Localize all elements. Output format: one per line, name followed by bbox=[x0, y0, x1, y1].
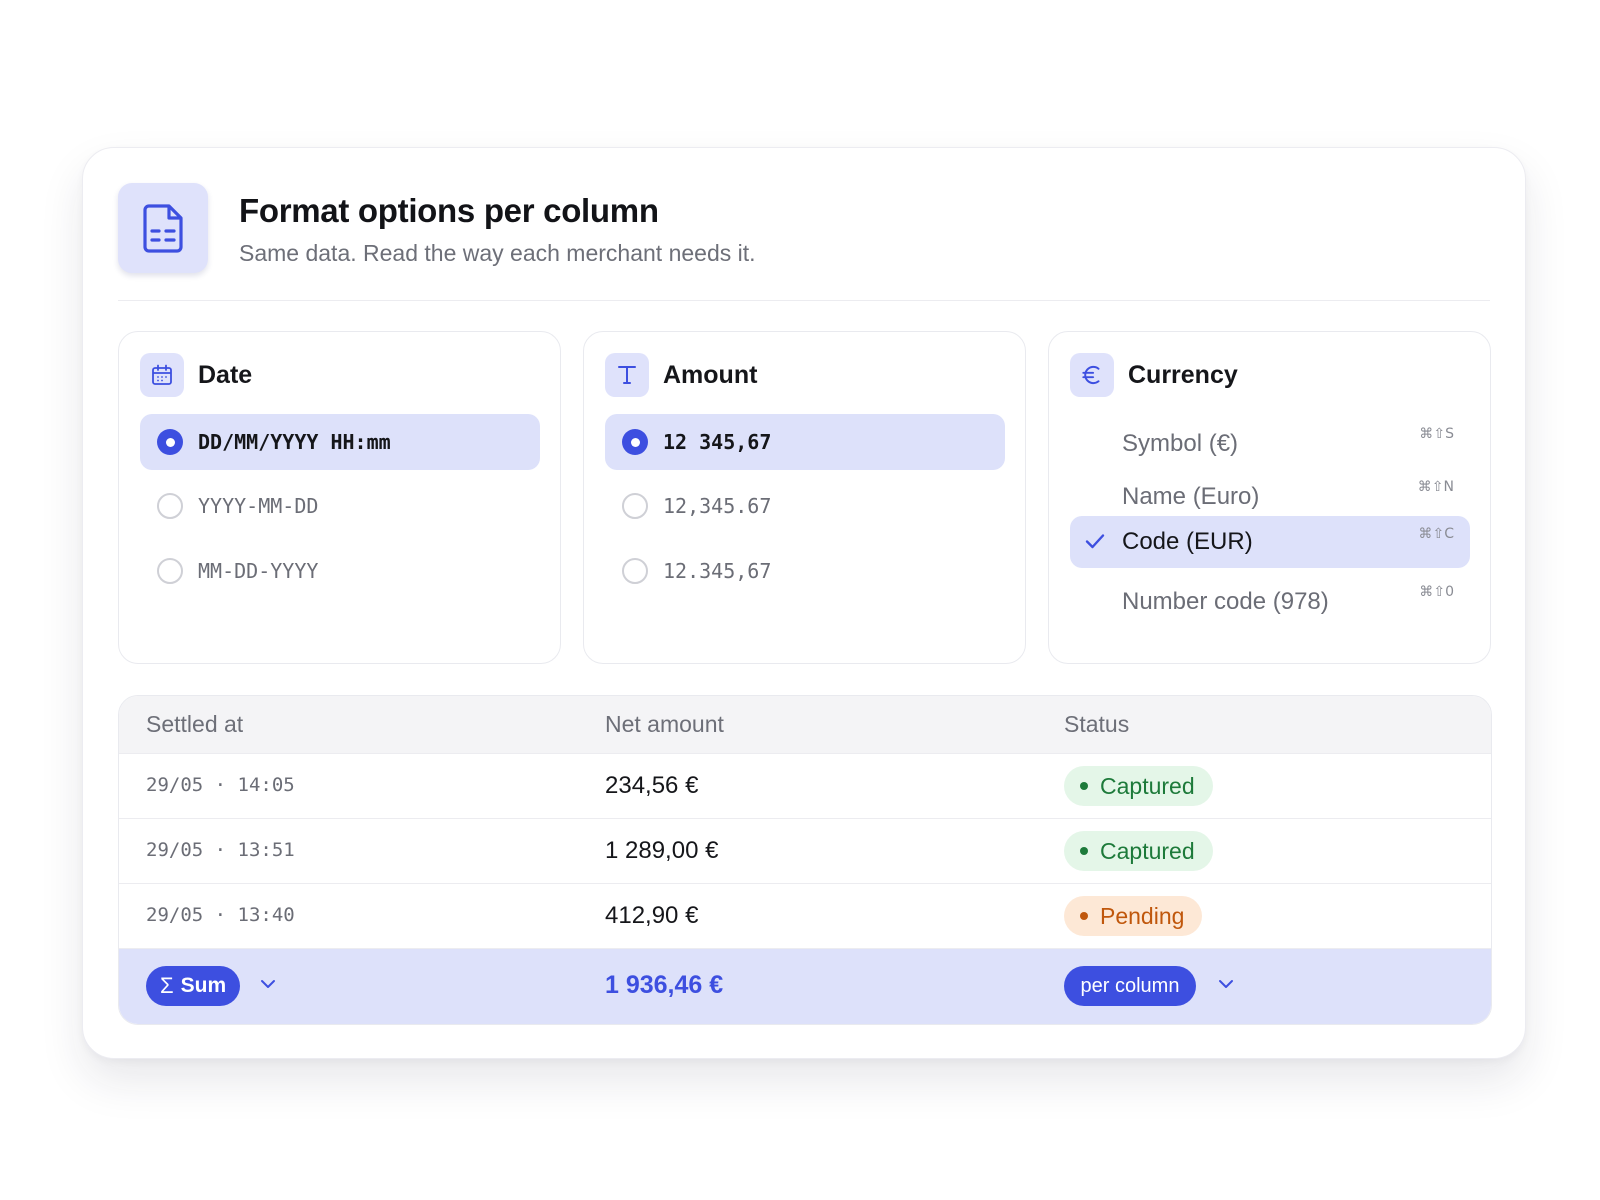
keyboard-shortcut: ⌘⇧C bbox=[1418, 526, 1454, 542]
amount-panel-title: Amount bbox=[663, 360, 758, 389]
radio-unselected[interactable] bbox=[622, 558, 648, 584]
settled-at-cell: 29/05 · 14:05 bbox=[146, 774, 295, 796]
table-row[interactable]: 29/05 · 13:51 1 289,00 € Captured bbox=[119, 818, 1491, 883]
currency-option-symbol[interactable]: Symbol (€) ⌘⇧S bbox=[1070, 416, 1470, 468]
radio-selected[interactable] bbox=[622, 429, 648, 455]
status-dot bbox=[1080, 847, 1088, 855]
settled-at-cell: 29/05 · 13:51 bbox=[146, 839, 295, 861]
option-label: Name (Euro) bbox=[1122, 483, 1260, 510]
option-label: Number code (978) bbox=[1122, 588, 1329, 615]
radio-unselected[interactable] bbox=[157, 558, 183, 584]
date-panel-title: Date bbox=[198, 360, 253, 389]
option-label: MM-DD-YYYY bbox=[198, 559, 319, 583]
date-panel-header: Date bbox=[140, 353, 252, 397]
checkmark-icon bbox=[1084, 530, 1106, 557]
amount-format-panel: Amount 12 345,67 12,345.67 12.345,67 bbox=[583, 331, 1026, 664]
status-badge: Pending bbox=[1064, 896, 1203, 936]
table-row[interactable]: 29/05 · 14:05 234,56 € Captured bbox=[119, 753, 1491, 818]
table-row[interactable]: 29/05 · 13:40 412,90 € Pending bbox=[119, 883, 1491, 948]
text-type-icon bbox=[605, 353, 649, 397]
net-amount-cell: 234,56 € bbox=[605, 772, 699, 799]
column-header-settled-at[interactable]: Settled at bbox=[146, 711, 243, 738]
currency-panel-header: Currency bbox=[1070, 353, 1238, 397]
currency-option-number-code[interactable]: Number code (978) ⌘⇧0 bbox=[1070, 574, 1470, 626]
net-amount-total: 1 936,46 € bbox=[605, 971, 724, 999]
aggregate-sum-button[interactable]: Σ Sum bbox=[146, 966, 240, 1006]
date-option-us[interactable]: MM-DD-YYYY bbox=[140, 543, 540, 599]
option-label: 12,345.67 bbox=[663, 494, 772, 518]
status-label: Captured bbox=[1100, 772, 1195, 799]
date-format-panel: Date DD/MM/YYYY HH:mm YYYY-MM-DD MM-DD-Y… bbox=[118, 331, 561, 664]
header-divider bbox=[118, 300, 1490, 301]
status-dot bbox=[1080, 912, 1088, 920]
radio-unselected[interactable] bbox=[622, 493, 648, 519]
status-badge: Captured bbox=[1064, 831, 1213, 871]
settled-at-cell: 29/05 · 13:40 bbox=[146, 904, 295, 926]
page-title: Format options per column bbox=[239, 192, 659, 229]
option-label: DD/MM/YYYY HH:mm bbox=[198, 430, 391, 454]
radio-selected[interactable] bbox=[157, 429, 183, 455]
option-label: Symbol (€) bbox=[1122, 430, 1239, 457]
radio-unselected[interactable] bbox=[157, 493, 183, 519]
amount-option-comma-dot[interactable]: 12,345.67 bbox=[605, 478, 1005, 534]
status-label: Captured bbox=[1100, 837, 1195, 864]
net-amount-cell: 1 289,00 € bbox=[605, 837, 719, 864]
table-header: Settled at Net amount Status bbox=[119, 696, 1491, 753]
currency-panel-title: Currency bbox=[1128, 360, 1238, 389]
aggregate-label: Sum bbox=[180, 974, 227, 997]
option-label: 12.345,67 bbox=[663, 559, 772, 583]
amount-option-dot-comma[interactable]: 12.345,67 bbox=[605, 543, 1005, 599]
keyboard-shortcut: ⌘⇧0 bbox=[1419, 584, 1454, 600]
option-label: 12 345,67 bbox=[663, 430, 772, 454]
format-options-card: Format options per column Same data. Rea… bbox=[82, 147, 1526, 1059]
sigma-icon: Σ bbox=[160, 973, 174, 998]
keyboard-shortcut: ⌘⇧S bbox=[1419, 426, 1454, 442]
page-subtitle: Same data. Read the way each merchant ne… bbox=[239, 240, 756, 266]
per-column-button[interactable]: per column bbox=[1064, 966, 1196, 1006]
settlements-table: Settled at Net amount Status 29/05 · 14:… bbox=[118, 695, 1492, 1025]
status-label: Pending bbox=[1100, 902, 1185, 929]
column-header-status[interactable]: Status bbox=[1064, 711, 1129, 738]
net-amount-cell: 412,90 € bbox=[605, 902, 699, 929]
table-footer-summary: Σ Sum 1 936,46 € per column bbox=[119, 948, 1491, 1024]
status-badge: Captured bbox=[1064, 766, 1213, 806]
keyboard-shortcut: ⌘⇧N bbox=[1417, 479, 1454, 495]
currency-option-code[interactable]: Code (EUR) ⌘⇧C bbox=[1070, 516, 1470, 568]
column-header-net-amount[interactable]: Net amount bbox=[605, 711, 724, 738]
amount-panel-header: Amount bbox=[605, 353, 757, 397]
date-option-iso[interactable]: YYYY-MM-DD bbox=[140, 478, 540, 534]
euro-icon bbox=[1070, 353, 1114, 397]
option-label: YYYY-MM-DD bbox=[198, 494, 319, 518]
chevron-down-icon[interactable] bbox=[258, 974, 278, 999]
chevron-down-icon[interactable] bbox=[1216, 974, 1236, 999]
date-option-ddmmyyyy[interactable]: DD/MM/YYYY HH:mm bbox=[140, 414, 540, 470]
calendar-icon bbox=[140, 353, 184, 397]
amount-option-space-comma[interactable]: 12 345,67 bbox=[605, 414, 1005, 470]
currency-format-panel: Currency Symbol (€) ⌘⇧S Name (Euro) ⌘⇧N … bbox=[1048, 331, 1491, 664]
currency-option-name[interactable]: Name (Euro) ⌘⇧N bbox=[1070, 469, 1470, 521]
option-label: Code (EUR) bbox=[1122, 528, 1253, 555]
document-table-icon bbox=[118, 183, 208, 273]
status-dot bbox=[1080, 782, 1088, 790]
